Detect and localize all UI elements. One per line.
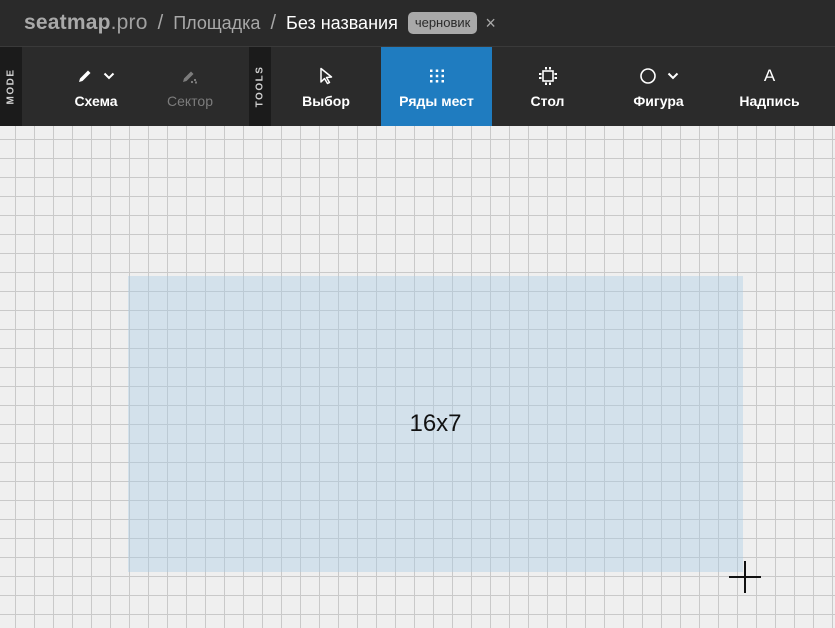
close-icon[interactable]: ×: [485, 13, 496, 34]
chevron-down-icon[interactable]: [667, 70, 679, 82]
tool-select-button[interactable]: Выбор: [271, 47, 381, 126]
seat-grid-icon: [429, 69, 444, 82]
breadcrumb-separator: /: [157, 11, 164, 34]
mode-sector-button[interactable]: Сектор: [152, 47, 228, 126]
tool-seat-rows-label: Ряды мест: [399, 92, 474, 109]
breadcrumb-venue-link[interactable]: Площадка: [173, 13, 260, 34]
selection-size-label: 16x7: [409, 410, 462, 437]
tools-group-tag: TOOLS: [249, 47, 271, 126]
seatmap-canvas[interactable]: 16x7: [0, 126, 835, 628]
pencil-icon: [79, 70, 91, 82]
breadcrumb-separator: /: [270, 11, 277, 34]
chevron-down-icon[interactable]: [103, 70, 115, 82]
text-icon: A: [763, 65, 776, 85]
tool-table-label: Стол: [530, 92, 565, 109]
seat-rows-selection[interactable]: 16x7: [128, 276, 743, 572]
brand-logo[interactable]: seatmap.pro: [24, 11, 148, 35]
tool-select-label: Выбор: [302, 92, 350, 109]
circle-icon: [639, 67, 656, 84]
app-header: seatmap.pro / Площадка / Без названия че…: [0, 0, 835, 46]
tools-tag-label: TOOLS: [254, 65, 266, 108]
table-icon: [538, 66, 557, 85]
brand-name: seatmap: [24, 11, 111, 34]
mode-tag-label: MODE: [5, 68, 17, 105]
tool-shape-label: Фигура: [633, 92, 684, 109]
cursor-icon: [320, 67, 333, 84]
mode-scheme-label: Схема: [74, 92, 118, 109]
tool-shape-button[interactable]: Фигура: [603, 47, 714, 126]
mode-scheme-button[interactable]: Схема: [40, 47, 152, 126]
crosshair-icon: [729, 561, 761, 593]
tool-text-label: Надпись: [739, 92, 800, 109]
tool-table-button[interactable]: Стол: [492, 47, 603, 126]
brand-suffix: .pro: [110, 11, 148, 34]
mode-group-tag: MODE: [0, 47, 22, 126]
scheme-title[interactable]: Без названия: [286, 13, 398, 34]
mode-sector-label: Сектор: [166, 92, 213, 109]
toolbar: MODE Схема Сектор TOOLS Выбор Ряды мест …: [0, 46, 835, 126]
tool-seat-rows-button[interactable]: Ряды мест: [381, 47, 492, 126]
draft-status-badge: черновик: [407, 12, 478, 34]
sector-pencil-icon: [183, 71, 197, 83]
tool-text-button[interactable]: A Надпись: [714, 47, 825, 126]
